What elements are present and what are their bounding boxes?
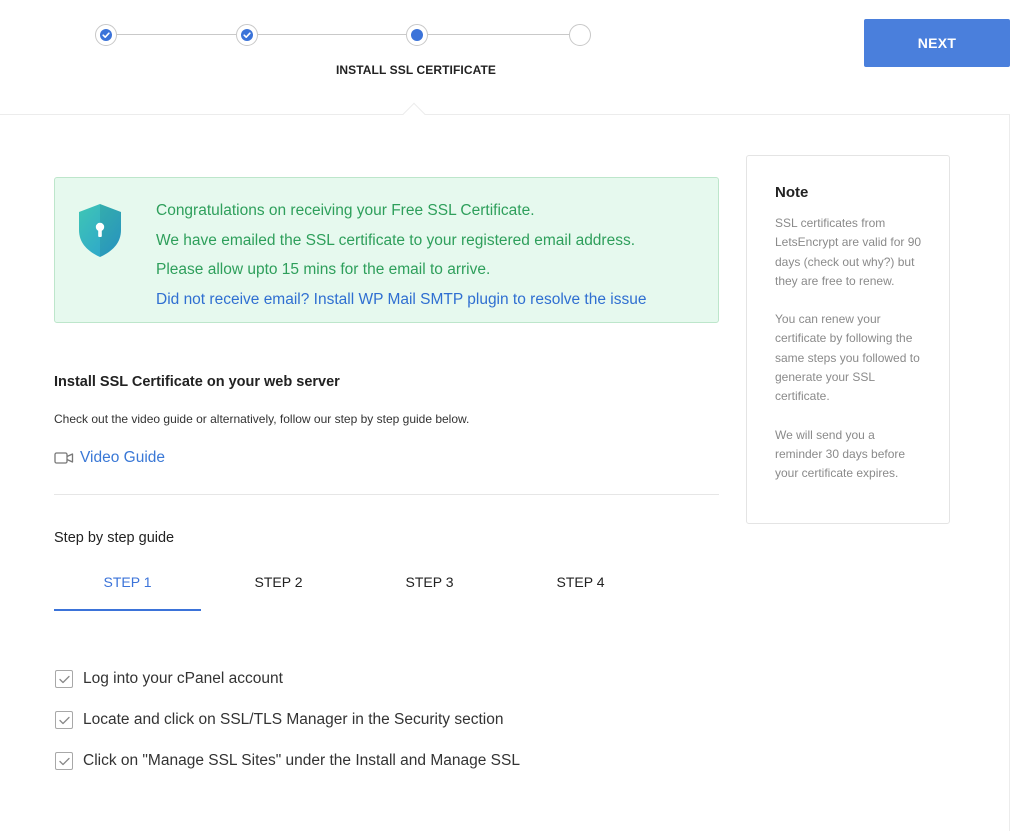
tab-step-2[interactable]: STEP 2 [205,565,352,611]
progress-step-2 [236,24,258,46]
video-camera-icon [54,452,74,464]
step-tabs: STEP 1 STEP 2 STEP 3 STEP 4 [54,565,658,613]
success-message-1: Congratulations on receiving your Free S… [156,202,535,219]
note-title: Note [775,184,809,201]
check-icon [59,757,70,765]
note-paragraph: SSL certificates from LetsEncrypt are va… [775,216,922,288]
success-message-3: Please allow upto 15 mins for the email … [156,261,491,278]
note-panel: Note SSL certificates from LetsEncrypt a… [746,155,950,524]
next-button[interactable]: NEXT [864,19,1010,67]
step-guide-title: Step by step guide [54,530,175,546]
note-paragraph: We will send you a reminder 30 days befo… [775,427,906,481]
progress-step-3 [406,24,428,46]
progress-step-4 [569,24,591,46]
progress-step-1 [95,24,117,46]
checklist-item-text: Log into your cPanel account [83,669,283,687]
check-circle-icon [100,29,112,41]
note-paragraph: You can renew your certificate by follow… [775,312,920,404]
list-item: Click on "Manage SSL Sites" under the In… [55,740,520,781]
current-step-label: INSTALL SSL CERTIFICATE [335,63,497,77]
video-guide-link[interactable]: Video Guide [80,449,165,467]
step-checklist: Log into your cPanel account Locate and … [55,658,520,781]
shield-lock-icon [79,204,121,257]
progress-connector [428,34,569,35]
list-item: Log into your cPanel account [55,658,520,699]
checkbox[interactable] [55,751,73,770]
list-item: Locate and click on SSL/TLS Manager in t… [55,699,520,740]
install-section-subtitle: Check out the video guide or alternative… [54,412,470,426]
check-icon [59,716,70,724]
check-circle-icon [241,29,253,41]
section-divider [54,494,719,495]
checkbox[interactable] [55,710,73,729]
video-guide-row[interactable]: Video Guide [54,448,165,468]
install-section-title: Install SSL Certificate on your web serv… [54,374,340,390]
success-alert: Congratulations on receiving your Free S… [54,177,719,323]
checklist-item-text: Locate and click on SSL/TLS Manager in t… [83,710,504,728]
smtp-plugin-link[interactable]: Did not receive email? Install WP Mail S… [156,285,646,315]
current-step-dot [411,29,423,41]
tab-step-3[interactable]: STEP 3 [356,565,503,611]
progress-connector [258,34,406,35]
tab-step-1[interactable]: STEP 1 [54,565,201,611]
progress-connector [117,34,236,35]
active-tab-indicator [54,609,201,611]
tab-step-4[interactable]: STEP 4 [507,565,654,611]
checklist-item-text: Click on "Manage SSL Sites" under the In… [83,751,520,769]
wizard-header: INSTALL SSL CERTIFICATE NEXT [0,0,1024,114]
checkbox[interactable] [55,669,73,688]
success-message-2: We have emailed the SSL certificate to y… [156,231,636,249]
check-icon [59,675,70,683]
progress-stepper [95,23,591,47]
